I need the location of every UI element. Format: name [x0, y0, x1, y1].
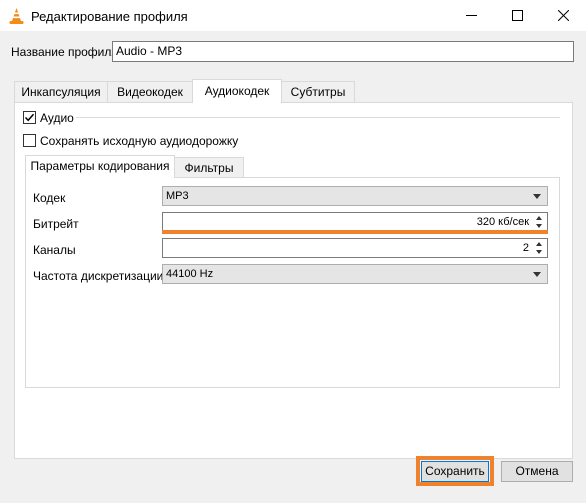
- bitrate-decrement-button[interactable]: [533, 222, 546, 230]
- keep-original-label: Сохранять исходную аудиодорожку: [40, 134, 239, 148]
- save-button-label: Сохранить: [425, 464, 485, 478]
- samplerate-value: 44100 Hz: [166, 268, 214, 280]
- maximize-button[interactable]: [494, 0, 540, 31]
- vlc-cone-icon: [8, 7, 25, 25]
- channels-label: Каналы: [33, 243, 76, 257]
- window-title: Редактирование профиля: [31, 9, 188, 24]
- tab-subtitles[interactable]: Субтитры: [281, 81, 355, 102]
- maximize-icon: [511, 10, 523, 21]
- samplerate-label: Частота дискретизации: [33, 269, 164, 283]
- bitrate-spinbox[interactable]: 320 кб/сек: [162, 212, 548, 232]
- tab-encapsulation-label: Инкапсуляция: [21, 85, 101, 99]
- tab-subtitles-label: Субтитры: [290, 85, 346, 99]
- chevron-down-icon: [533, 194, 541, 199]
- cancel-button[interactable]: Отмена: [501, 461, 573, 482]
- bitrate-value: 320 кб/сек: [476, 216, 529, 228]
- audio-checkbox[interactable]: [23, 111, 36, 124]
- profile-name-input[interactable]: Audio - MP3: [112, 41, 574, 62]
- tab-audio-codec-label: Аудиокодек: [204, 84, 270, 98]
- profile-edit-window: Редактирование профиля Название профиля …: [0, 0, 586, 503]
- samplerate-select[interactable]: 44100 Hz: [162, 264, 548, 284]
- keep-original-checkbox[interactable]: [23, 134, 36, 147]
- title-bar: Редактирование профиля: [0, 0, 586, 31]
- save-button[interactable]: Сохранить: [421, 461, 489, 482]
- arrow-down-icon: [536, 250, 542, 254]
- audio-group-divider: [76, 117, 560, 118]
- profile-name-value: Audio - MP3: [116, 44, 183, 58]
- audio-checkbox-label: Аудио: [40, 111, 74, 125]
- arrow-up-icon: [536, 216, 542, 220]
- bitrate-increment-button[interactable]: [533, 214, 546, 222]
- bitrate-label: Битрейт: [33, 217, 79, 231]
- channels-decrement-button[interactable]: [533, 248, 546, 256]
- subtab-encoding-params-label: Параметры кодирования: [30, 159, 170, 173]
- arrow-down-icon: [536, 224, 542, 228]
- minimize-icon: [465, 15, 477, 16]
- channels-value: 2: [522, 242, 529, 254]
- subtab-encoding-params[interactable]: Параметры кодирования: [25, 155, 175, 178]
- minimize-button[interactable]: [448, 0, 494, 31]
- bitrate-highlight-underline: [162, 230, 548, 234]
- cancel-button-label: Отмена: [515, 464, 559, 478]
- profile-name-label: Название профиля: [11, 45, 118, 59]
- tab-audio-codec[interactable]: Аудиокодек: [192, 79, 282, 103]
- close-icon: [557, 10, 569, 21]
- codec-label: Кодек: [33, 191, 66, 205]
- arrow-up-icon: [536, 242, 542, 246]
- subtab-filters-label: Фильтры: [184, 161, 234, 175]
- chevron-down-icon: [533, 272, 541, 277]
- subtab-filters[interactable]: Фильтры: [174, 157, 244, 178]
- channels-spinbox[interactable]: 2: [162, 238, 548, 258]
- tab-encapsulation[interactable]: Инкапсуляция: [14, 81, 108, 102]
- codec-value: MP3: [166, 190, 189, 202]
- tab-video-codec-label: Видеокодек: [117, 85, 183, 99]
- tab-video-codec[interactable]: Видеокодек: [107, 81, 193, 102]
- checkmark-icon: [24, 113, 35, 122]
- codec-select[interactable]: MP3: [162, 186, 548, 206]
- close-button[interactable]: [540, 0, 586, 31]
- channels-increment-button[interactable]: [533, 240, 546, 248]
